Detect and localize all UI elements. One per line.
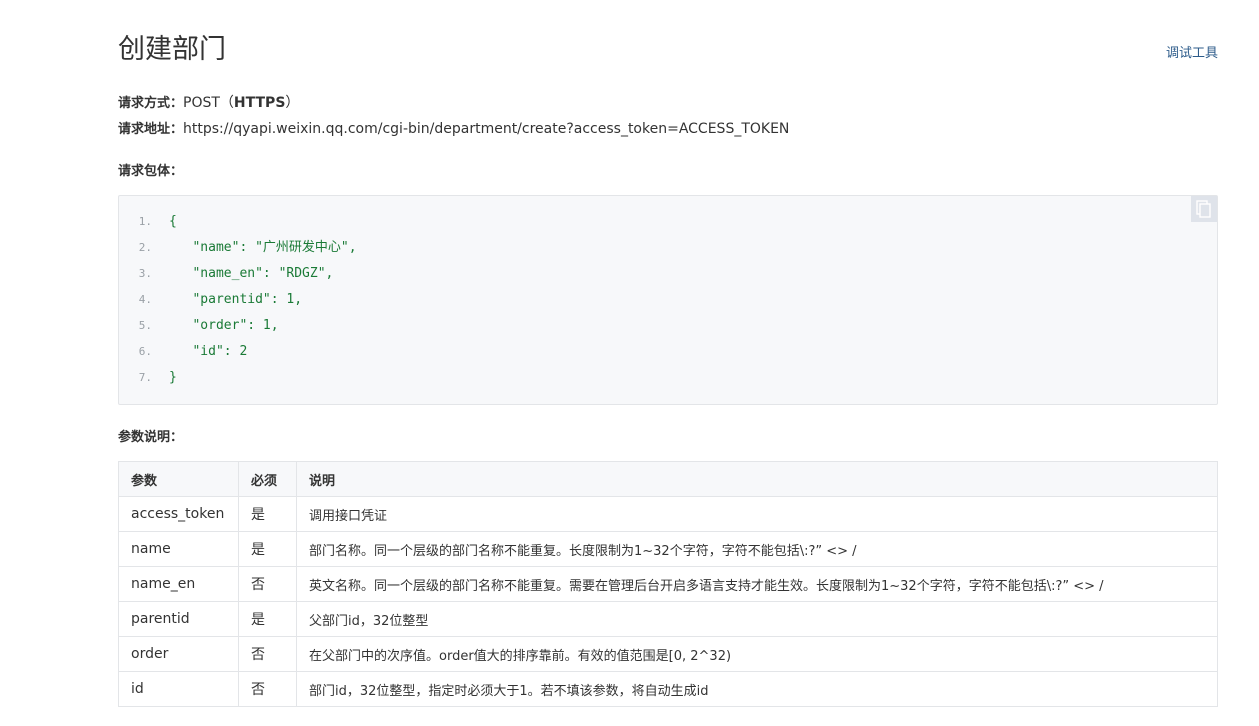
request-method-protocol: HTTPS [233, 95, 286, 111]
code-text: "name_en": "RDGZ", [169, 266, 334, 281]
param-name: access_token [118, 496, 239, 532]
param-required: 是 [238, 496, 297, 532]
page-title: 创建部门 [118, 34, 226, 65]
param-required: 否 [238, 636, 297, 672]
request-method-label: 请求方式： [118, 96, 184, 111]
param-description: 调用接口凭证 [296, 496, 1218, 532]
line-number: 6. [138, 345, 152, 358]
table-row: parentid 是 父部门id，32位整型 [118, 601, 1218, 637]
code-text: "order": 1, [169, 318, 279, 333]
request-method-value: POST（ [183, 95, 234, 111]
table-row: order 否 在父部门中的次序值。order值大的排序靠前。有效的值范围是[0… [118, 636, 1218, 672]
table-row: access_token 是 调用接口凭证 [118, 496, 1218, 532]
line-number: 2. [138, 241, 152, 254]
params-label: 参数说明： [118, 430, 184, 445]
line-number: 4. [138, 293, 152, 306]
code-text: } [169, 370, 177, 385]
param-name: name_en [118, 566, 239, 602]
header-description: 说明 [296, 461, 1218, 497]
param-required: 否 [238, 566, 297, 602]
table-row: name 是 部门名称。同一个层级的部门名称不能重复。长度限制为1~32个字符，… [118, 531, 1218, 567]
request-method-line: 请求方式：POST（HTTPS） [118, 93, 299, 114]
param-name: name [118, 531, 239, 567]
code-text: "parentid": 1, [169, 292, 303, 307]
param-required: 是 [238, 601, 297, 637]
param-name: id [118, 671, 239, 707]
request-method-close: ） [285, 95, 300, 111]
request-url-value: https://qyapi.weixin.qq.com/cgi-bin/depa… [183, 121, 790, 137]
code-text: { [169, 214, 177, 229]
line-number: 1. [138, 215, 152, 228]
copy-button[interactable] [1191, 196, 1217, 222]
line-number: 7. [138, 371, 152, 384]
table-row: name_en 否 英文名称。同一个层级的部门名称不能重复。需要在管理后台开启多… [118, 566, 1218, 602]
header-required: 必须 [238, 461, 297, 497]
line-number: 3. [138, 267, 152, 280]
header-param: 参数 [118, 461, 239, 497]
param-description: 在父部门中的次序值。order值大的排序靠前。有效的值范围是[0, 2^32) [296, 636, 1218, 672]
params-table: 参数 必须 说明 access_token 是 调用接口凭证 name 是 部门… [118, 461, 1218, 707]
param-description: 英文名称。同一个层级的部门名称不能重复。需要在管理后台开启多语言支持才能生效。长… [296, 566, 1218, 602]
code-text: "name": "广州研发中心", [169, 240, 357, 255]
param-description: 父部门id，32位整型 [296, 601, 1218, 637]
param-description: 部门名称。同一个层级的部门名称不能重复。长度限制为1~32个字符，字符不能包括\… [296, 531, 1218, 567]
request-url-label: 请求地址： [118, 122, 184, 137]
param-required: 否 [238, 671, 297, 707]
code-text: "id": 2 [169, 344, 248, 359]
table-row: id 否 部门id，32位整型，指定时必须大于1。若不填该参数，将自动生成id [118, 671, 1218, 707]
param-description: 部门id，32位整型，指定时必须大于1。若不填该参数，将自动生成id [296, 671, 1218, 707]
request-url-line: 请求地址：https://qyapi.weixin.qq.com/cgi-bin… [118, 119, 789, 140]
param-name: order [118, 636, 239, 672]
param-name: parentid [118, 601, 239, 637]
code-block: 1. { 2. "name": "广州研发中心", 3. "name_en": "… [118, 195, 1218, 405]
line-number: 5. [138, 319, 152, 332]
param-required: 是 [238, 531, 297, 567]
request-body-label: 请求包体： [118, 164, 184, 179]
copy-icon [1196, 200, 1211, 218]
debug-tool-link[interactable]: 调试工具 [1166, 42, 1218, 61]
table-header-row: 参数 必须 说明 [118, 461, 1218, 497]
